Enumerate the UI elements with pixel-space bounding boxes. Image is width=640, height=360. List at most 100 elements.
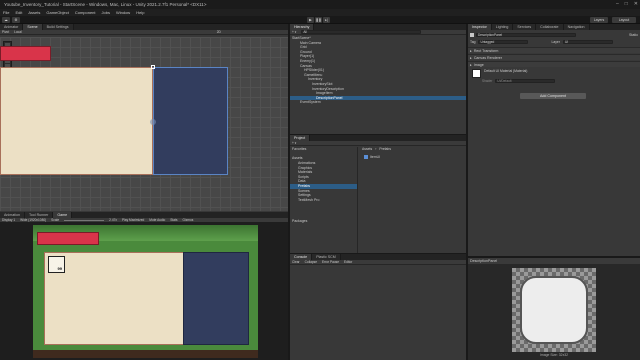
hierarchy-item[interactable]: EventSystem <box>290 100 466 105</box>
layer-dropdown[interactable]: UI <box>562 39 613 44</box>
static-toggle[interactable]: Static <box>629 33 638 37</box>
play-button[interactable]: ▶ <box>307 17 314 23</box>
menu-window[interactable]: Window <box>116 10 130 15</box>
hierarchy-search-input[interactable]: All <box>301 30 422 34</box>
active-checkbox[interactable] <box>470 32 474 37</box>
game-inventory-panel <box>44 252 184 345</box>
menu-jobs[interactable]: Jobs <box>102 10 110 15</box>
image-icon: ▸ <box>470 62 472 67</box>
scene-view[interactable]: 99 <box>0 37 288 211</box>
component-canvas-renderer[interactable]: ▸ Canvas Renderer <box>468 54 640 60</box>
tab-lighting[interactable]: Lighting <box>491 24 514 30</box>
game-inventory-slot: 99 <box>48 256 65 273</box>
material-preview-icon[interactable] <box>472 69 481 78</box>
component-label: Image <box>473 62 484 67</box>
assets-root-item[interactable]: Assets <box>290 156 357 161</box>
menu-edit[interactable]: Edit <box>15 10 22 15</box>
preview-panel: DescriptionPanel Image Size: 32x32 <box>468 258 640 360</box>
project-breadcrumb: Assets › Prefabs <box>360 147 466 152</box>
game-background: 99 <box>33 225 258 358</box>
collapse-button[interactable]: Collapse <box>305 260 317 264</box>
window-titlebar: Youtube_Inventory_Tutorial - StartScene … <box>0 0 640 9</box>
prefab-icon <box>364 155 368 159</box>
scale-slider[interactable] <box>64 219 105 221</box>
preview-caption: Image Size: 32x32 <box>539 353 569 357</box>
menu-bar: File Edit Assets GameObject Component Jo… <box>0 9 640 16</box>
anchor-handle-icon[interactable] <box>151 65 155 69</box>
hierarchy-tree: StartScene* Main Camera Grid Ground Player(1… <box>290 36 466 134</box>
object-header: DescriptionPanel Static <box>470 32 638 37</box>
favorites-item[interactable]: Favorites <box>290 147 357 152</box>
2d-toggle[interactable]: 2D <box>217 30 221 34</box>
tag-layer-row: Tag Untagged Layer UI <box>470 39 638 44</box>
editor-dropdown[interactable]: Editor <box>344 260 352 264</box>
breadcrumb-assets[interactable]: Assets <box>362 147 372 152</box>
cloud-icon[interactable]: ⚙ <box>12 17 20 23</box>
game-view[interactable]: 99 <box>0 222 288 360</box>
hierarchy-panel: Hierarchy + ▾ All StartScene* Main Camera… <box>290 24 466 134</box>
game-description-panel <box>183 252 249 345</box>
tab-inspector[interactable]: Inspector <box>468 24 492 30</box>
tag-label: Tag <box>470 39 476 44</box>
layers-dropdown[interactable]: Layers <box>590 17 608 23</box>
tab-navigation[interactable]: Navigation <box>563 24 590 30</box>
console-panel: Console Plastic SCM Clear Collapse Error… <box>290 254 466 360</box>
inspector-panel: Inspector Lighting Services Collaborate … <box>468 24 640 256</box>
component-image[interactable]: ▸ Image <box>468 61 640 67</box>
breadcrumb-prefabs[interactable]: Prefabs <box>379 147 391 152</box>
menu-assets[interactable]: Assets <box>28 10 40 15</box>
project-panel: Project + ▾ Favorites Assets Animations G… <box>290 135 466 253</box>
tab-services[interactable]: Services <box>513 24 537 30</box>
pivot-toggle[interactable]: Pivot <box>2 30 9 34</box>
shader-label: Shader <box>482 78 493 83</box>
add-component-button[interactable]: Add Component <box>520 93 586 99</box>
menu-gameobject[interactable]: GameObject <box>46 10 68 15</box>
menu-file[interactable]: File <box>3 10 9 15</box>
rounded-sprite-preview <box>520 276 588 344</box>
menu-component[interactable]: Component <box>75 10 96 15</box>
minimize-button[interactable]: – <box>616 1 619 7</box>
hp-bar <box>0 46 51 61</box>
scene-toolbar: Pivot Local 2D <box>0 30 288 35</box>
console-toolbar: Clear Collapse Error Pause Editor <box>290 260 466 265</box>
tag-dropdown[interactable]: Untagged <box>478 39 529 44</box>
pause-button[interactable]: ❚❚ <box>315 17 322 23</box>
add-object-button[interactable]: + ▾ <box>292 30 296 34</box>
pivot-icon[interactable] <box>150 119 156 125</box>
layer-label: Layer <box>551 39 560 44</box>
tab-collaborate[interactable]: Collaborate <box>536 24 564 30</box>
material-label: Default UI Material (Material) <box>484 69 528 73</box>
file-label: ItemUI <box>370 155 380 159</box>
inspector-tabstrip: Inspector Lighting Services Collaborate … <box>468 24 640 30</box>
maximize-button[interactable]: □ <box>625 1 628 7</box>
packages-item[interactable]: Packages <box>290 219 357 224</box>
canvas-renderer-icon: ▸ <box>470 55 472 60</box>
layout-dropdown[interactable]: Layout <box>612 17 636 23</box>
error-pause-button[interactable]: Error Pause <box>322 260 339 264</box>
description-panel[interactable] <box>153 67 228 175</box>
project-file-item[interactable]: ItemUI <box>364 155 380 159</box>
close-button[interactable]: ✕ <box>634 1 638 7</box>
step-button[interactable]: ▸| <box>323 17 330 23</box>
main-toolbar: ☁ ⚙ ▶ ❚❚ ▸| Layers Layout <box>0 16 640 24</box>
asset-folder-item[interactable]: TextMesh Pro <box>290 198 357 203</box>
hierarchy-toolbar: + ▾ All <box>290 30 466 35</box>
preview-header: DescriptionPanel <box>468 258 640 264</box>
shader-dropdown[interactable]: UI/Default <box>495 78 556 83</box>
local-toggle[interactable]: Local <box>14 30 22 34</box>
account-icon[interactable]: ☁ <box>2 17 10 23</box>
inventory-panel <box>0 67 153 175</box>
create-asset-button[interactable]: + ▾ <box>292 141 296 145</box>
object-name-input[interactable]: DescriptionPanel <box>476 32 576 37</box>
menu-help[interactable]: Help <box>136 10 144 15</box>
clear-button[interactable]: Clear <box>292 260 300 264</box>
window-title: Youtube_Inventory_Tutorial - StartScene … <box>4 2 207 7</box>
breadcrumb-separator-icon: › <box>375 147 377 151</box>
shader-row: Shader UI/Default <box>482 78 638 83</box>
preview-title: DescriptionPanel <box>470 259 498 263</box>
preview-checker <box>512 268 596 352</box>
game-hp-bar <box>37 232 99 245</box>
window-controls: – □ ✕ <box>616 1 638 7</box>
component-rect-transform[interactable]: ▸ Rect Transform <box>468 47 640 53</box>
game-slot-count: 99 <box>57 266 62 271</box>
